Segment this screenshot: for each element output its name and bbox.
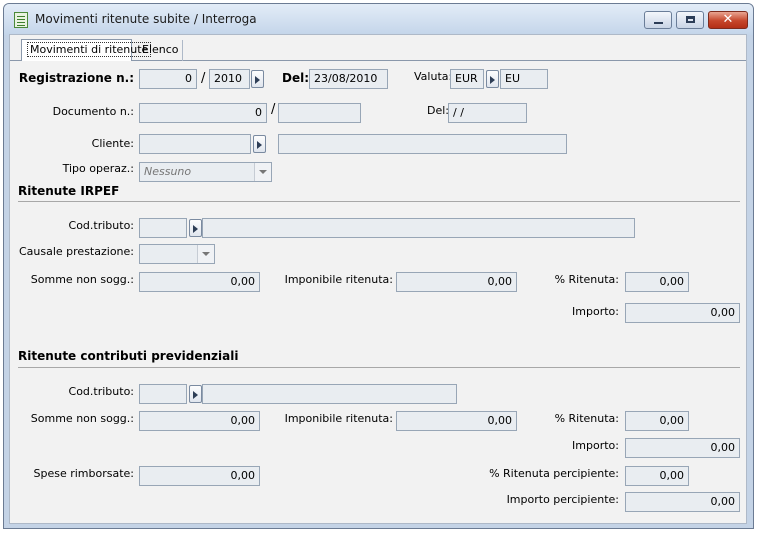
tab-movimenti-di-ritenute[interactable]: Movimenti di ritenute <box>21 39 152 61</box>
contributi-cod-tributo-lookup-button[interactable] <box>189 385 202 403</box>
contributi-perc-percipiente-field[interactable]: 0,00 <box>625 466 689 486</box>
contributi-perc-percipiente-label: % Ritenuta percipiente: <box>489 467 619 480</box>
tipo-operazione-label: Tipo operaz.: <box>62 162 134 175</box>
tipo-operazione-value: Nessuno <box>144 165 192 178</box>
documento-del-label: Del: <box>427 104 449 117</box>
registrazione-number-field[interactable]: 0 <box>139 69 197 89</box>
irpef-perc-ritenuta-field[interactable]: 0,00 <box>625 272 689 292</box>
form-content: Movimenti di ritenute Elenco Registrazio… <box>9 34 747 524</box>
cliente-code-field[interactable] <box>139 134 251 154</box>
registrazione-date-field[interactable]: 23/08/2010 <box>309 69 388 89</box>
irpef-imponibile-label: Imponibile ritenuta: <box>284 273 393 286</box>
contributi-importo-field[interactable]: 0,00 <box>625 438 740 458</box>
window: Movimenti ritenute subite / Interroga ✕ … <box>3 3 754 529</box>
close-icon: ✕ <box>722 12 734 27</box>
maximize-icon <box>686 16 695 23</box>
irpef-causale-select[interactable] <box>139 244 215 264</box>
irpef-importo-label: Importo: <box>572 305 619 318</box>
chevron-down-icon[interactable] <box>197 245 214 263</box>
documento-date-field[interactable]: / / <box>448 103 527 123</box>
contributi-section-title: Ritenute contributi previdenziali <box>18 349 239 363</box>
cliente-description-field[interactable] <box>278 134 567 154</box>
registrazione-slash: / <box>201 71 206 86</box>
minimize-button[interactable] <box>644 11 672 29</box>
irpef-perc-ritenuta-label: % Ritenuta: <box>554 273 619 286</box>
minimize-icon <box>654 22 663 24</box>
valuta-label: Valuta: <box>414 70 453 83</box>
irpef-section-title: Ritenute IRPEF <box>18 184 120 198</box>
cliente-lookup-button[interactable] <box>253 135 266 153</box>
valuta-code-field[interactable]: EUR <box>450 69 484 89</box>
registrazione-del-label: Del: <box>282 71 310 85</box>
tab-label: Movimenti di ritenute <box>27 42 152 57</box>
document-icon <box>14 12 28 28</box>
irpef-cod-tributo-field[interactable] <box>139 218 187 238</box>
tab-label: Elenco <box>142 43 179 56</box>
irpef-importo-field[interactable]: 0,00 <box>625 303 740 323</box>
contributi-cod-tributo-description-field[interactable] <box>202 384 457 404</box>
contributi-importo-percipiente-field[interactable]: 0,00 <box>625 492 740 512</box>
tab-elenco[interactable]: Elenco <box>137 40 183 61</box>
irpef-cod-tributo-description-field[interactable] <box>202 218 635 238</box>
documento-slash: / <box>271 102 276 117</box>
tab-panel: Registrazione n.: 0 / 2010 Del: 23/08/20… <box>16 61 742 521</box>
irpef-cod-tributo-lookup-button[interactable] <box>189 219 202 237</box>
title-bar[interactable]: Movimenti ritenute subite / Interroga ✕ <box>4 4 753 35</box>
irpef-cod-tributo-label: Cod.tributo: <box>68 219 134 232</box>
chevron-down-icon[interactable] <box>254 163 271 181</box>
tab-strip: Movimenti di ritenute Elenco <box>10 35 746 61</box>
contributi-somme-label: Somme non sogg.: <box>30 412 134 425</box>
documento-series-field[interactable] <box>278 103 361 123</box>
registrazione-label: Registrazione n.: <box>18 71 134 85</box>
irpef-somme-field[interactable]: 0,00 <box>139 272 260 292</box>
cliente-label: Cliente: <box>91 137 134 150</box>
contributi-spese-field[interactable]: 0,00 <box>139 466 260 486</box>
maximize-button[interactable] <box>676 11 704 29</box>
registrazione-year-field[interactable]: 2010 <box>209 69 250 89</box>
irpef-imponibile-field[interactable]: 0,00 <box>396 272 517 292</box>
contributi-imponibile-label: Imponibile ritenuta: <box>284 412 393 425</box>
contributi-importo-label: Importo: <box>572 439 619 452</box>
contributi-imponibile-field[interactable]: 0,00 <box>396 411 517 431</box>
contributi-perc-ritenuta-label: % Ritenuta: <box>554 412 619 425</box>
contributi-importo-percipiente-label: Importo percipiente: <box>506 493 619 506</box>
irpef-separator <box>18 201 740 202</box>
contributi-spese-label: Spese rimborsate: <box>33 467 134 480</box>
irpef-somme-label: Somme non sogg.: <box>30 273 134 286</box>
contributi-separator <box>18 367 740 368</box>
registrazione-lookup-button[interactable] <box>251 70 264 88</box>
contributi-perc-ritenuta-field[interactable]: 0,00 <box>625 411 689 431</box>
contributi-cod-tributo-label: Cod.tributo: <box>68 385 134 398</box>
valuta-lookup-button[interactable] <box>486 70 499 88</box>
contributi-somme-field[interactable]: 0,00 <box>139 411 260 431</box>
irpef-causale-label: Causale prestazione: <box>18 245 134 258</box>
documento-label: Documento n.: <box>52 105 134 118</box>
tipo-operazione-select[interactable]: Nessuno <box>139 162 272 182</box>
contributi-cod-tributo-field[interactable] <box>139 384 187 404</box>
valuta-description-field[interactable]: EU <box>500 69 548 89</box>
close-button[interactable]: ✕ <box>708 11 748 29</box>
documento-number-field[interactable]: 0 <box>139 103 267 123</box>
window-title: Movimenti ritenute subite / Interroga <box>35 12 257 26</box>
